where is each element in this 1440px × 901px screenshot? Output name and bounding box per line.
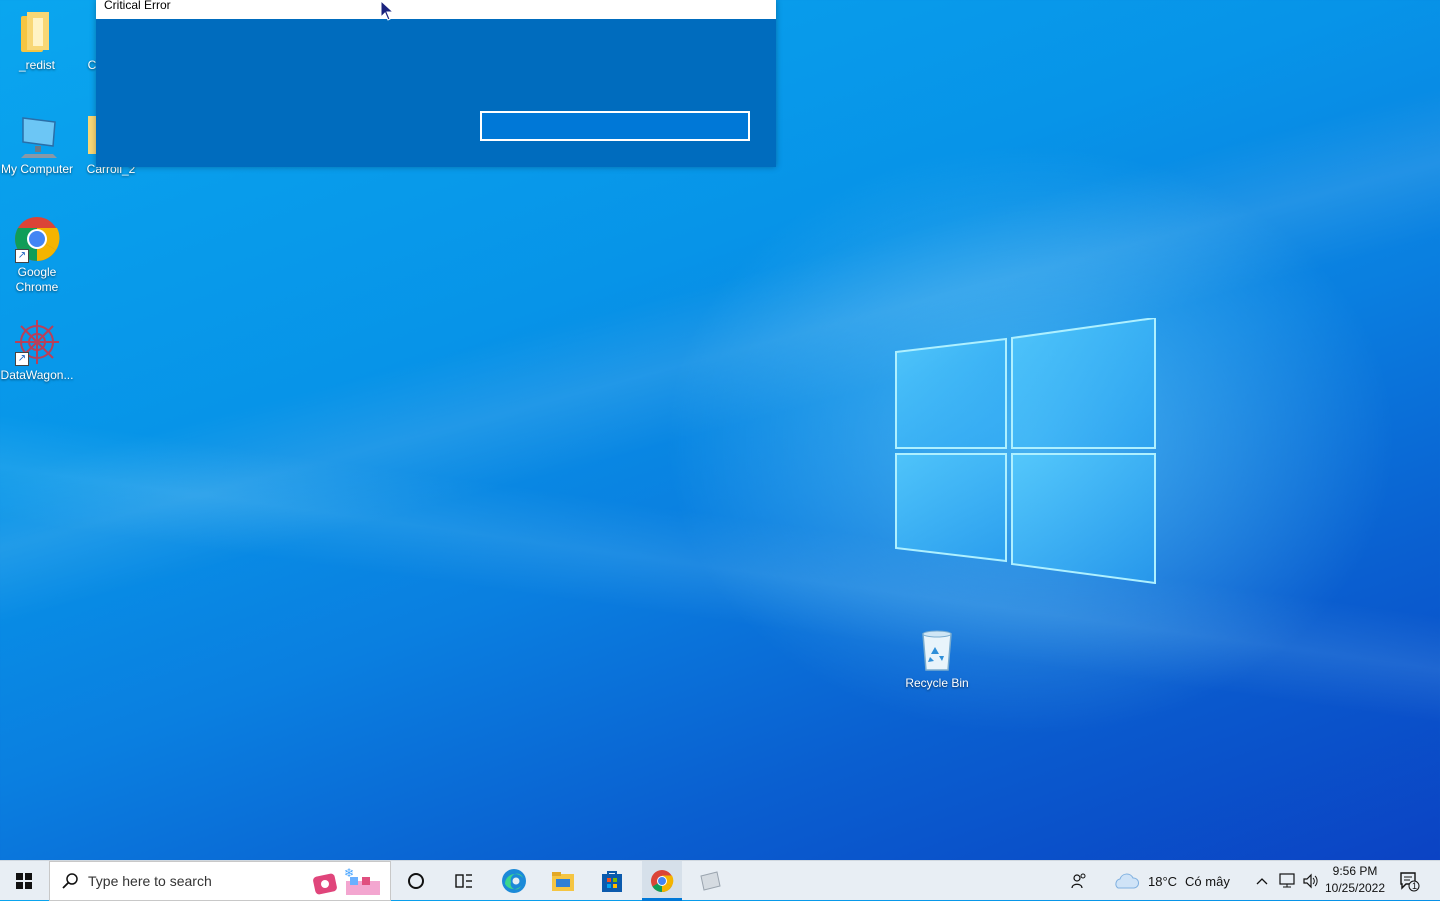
desktop-icon-label: _redist [18,58,56,72]
weather-temperature: 18°C [1148,873,1178,889]
clock-date: 10/25/2022 [1324,881,1386,895]
weather-condition: Có mây [1185,873,1230,889]
task-view-icon [455,874,472,888]
desktop-icon-label: DataWagon... [0,368,74,382]
datawagon-icon: ↗ [13,318,61,366]
chrome-taskbar-button[interactable] [642,861,682,901]
notification-count: 1 [1412,881,1418,891]
network-button[interactable] [1276,861,1298,901]
people-icon [1071,873,1086,889]
app-icon [700,871,721,891]
file-explorer-icon [552,872,574,891]
clock-time: 9:56 PM [1332,864,1378,878]
computer-icon [13,112,61,160]
shortcut-arrow-icon: ↗ [15,352,29,366]
cortana-button[interactable] [396,861,436,901]
folder-icon [13,8,61,56]
dialog-input-field[interactable] [480,111,750,141]
task-view-button[interactable] [444,861,484,901]
store-taskbar-button[interactable] [592,861,632,901]
shortcut-arrow-icon: ↗ [15,249,29,263]
file-explorer-taskbar-button[interactable] [543,861,583,901]
windows-start-icon [16,873,32,889]
volume-button[interactable] [1300,861,1322,901]
taskbar-clock[interactable]: 9:56 PM 10/25/2022 [1322,863,1388,897]
cloud-icon [1115,873,1140,889]
desktop-icon-recycle-bin[interactable]: Recycle Bin [900,626,974,691]
desktop-icon-label: Recycle Bin [905,676,969,690]
show-hidden-icons-button[interactable] [1252,861,1272,901]
network-icon [1279,873,1295,888]
windows-logo-wallpaper [895,318,1156,584]
action-center-button[interactable]: 1 [1394,861,1424,901]
taskbar-search-box[interactable]: Type here to search ❄ [49,861,391,901]
desktop-icon-my-computer[interactable]: My Computer [0,112,74,177]
cortana-icon [408,873,424,889]
chevron-up-icon [1256,878,1268,885]
start-button[interactable] [0,861,48,901]
chrome-icon: ↗ [13,215,61,263]
desktop-icon-label: My Computer [0,162,74,176]
app-taskbar-button[interactable] [690,861,730,901]
mouse-cursor-icon [380,0,395,21]
critical-error-dialog: Critical Error [96,0,776,167]
dialog-title[interactable]: Critical Error [96,0,776,19]
search-icon [62,873,78,889]
people-button[interactable] [1064,861,1094,901]
desktop-icon-redist[interactable]: _redist [0,8,74,73]
speaker-icon [1303,873,1318,889]
search-placeholder: Type here to search [88,873,212,889]
weather-widget[interactable]: 18°C Có mây [1112,861,1242,901]
search-highlight-icon: ❄ [313,866,380,895]
edge-taskbar-button[interactable] [494,861,534,901]
desktop-icon-google-chrome[interactable]: ↗ Google Chrome [0,215,74,295]
store-icon [602,871,622,892]
recycle-bin-icon [913,626,961,674]
desktop-icon-label: Google Chrome [15,265,59,294]
chrome-icon [651,870,674,892]
desktop-icon-datawagon[interactable]: ↗ DataWagon... [0,318,74,383]
taskbar: Type here to search ❄ 18°C Có mây 9:56 P… [0,860,1440,901]
edge-icon [502,869,526,893]
